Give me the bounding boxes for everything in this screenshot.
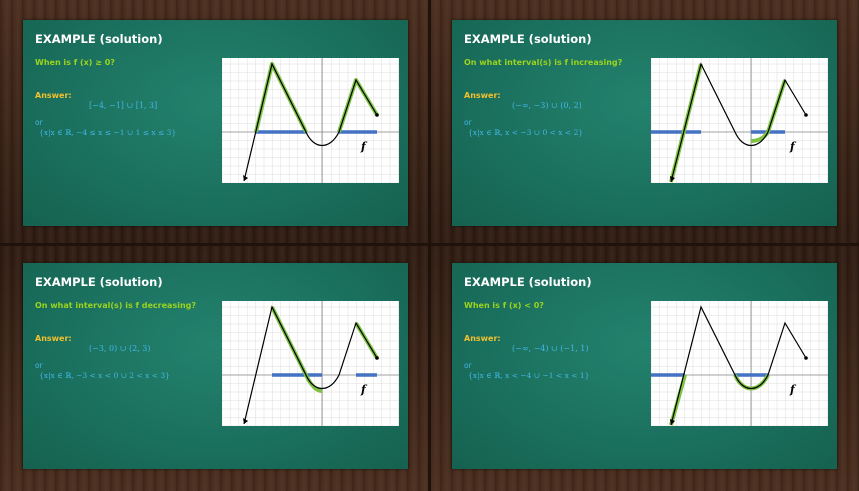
answer-label: Answer: [35,334,72,343]
function-curve [670,305,807,426]
function-label: f [789,140,797,153]
slide-negative[interactable]: EXAMPLE (solution) When is f (x) < 0? An… [452,263,837,469]
answer-set-notation: {x|x ∈ ℝ, x < −3 ∪ 0 < x < 2} [468,128,584,137]
answer-interval: (−3, 0) ∪ (2, 3) [89,344,151,353]
answer-label: Answer: [464,334,501,343]
slide-title: EXAMPLE (solution) [464,275,592,289]
question-text: On what interval(s) is f increasing? [464,58,623,67]
slide-title: EXAMPLE (solution) [35,32,163,46]
slide-decreasing[interactable]: EXAMPLE (solution) On what interval(s) i… [23,263,408,469]
board-divider-horizontal [0,243,859,246]
slide-increasing[interactable]: EXAMPLE (solution) On what interval(s) i… [452,20,837,226]
answer-interval: [−4, −1] ∪ [1, 3] [89,101,158,110]
question-text: On what interval(s) is f decreasing? [35,301,197,310]
question-text: When is f (x) ≥ 0? [35,58,115,67]
answer-interval: (−∞, −3) ∪ (0, 2) [512,101,582,110]
function-graph: f [222,301,399,426]
curve-endpoint [375,113,379,117]
function-graph: f [651,58,828,183]
function-curve [670,62,807,183]
answer-set-notation: {x|x ∈ ℝ, x < −4 ∪ −1 < x < 1} [468,371,590,380]
or-label: or [464,361,472,370]
question-text: When is f (x) < 0? [464,301,544,310]
curve-endpoint [804,113,808,117]
answer-interval: (−∞, −4) ∪ (−1, 1) [512,344,589,353]
answer-set-notation: {x|x ∈ ℝ, −4 ≤ x ≤ −1 ∪ 1 ≤ x ≤ 3} [39,128,177,137]
graph-svg: f [651,301,828,426]
or-label: or [35,361,43,370]
function-graph: f [651,301,828,426]
slide-nonnegative[interactable]: EXAMPLE (solution) When is f (x) ≥ 0? An… [23,20,408,226]
slide-title: EXAMPLE (solution) [35,275,163,289]
answer-set-notation: {x|x ∈ ℝ, −3 < x < 0 ∪ 2 < x < 3} [39,371,170,380]
slide-title: EXAMPLE (solution) [464,32,592,46]
curve-endpoint [375,356,379,360]
function-label: f [789,383,797,396]
curve-endpoint [804,356,808,360]
graph-svg: f [651,58,828,183]
or-label: or [464,118,472,127]
graph-svg: f [222,58,399,183]
answer-label: Answer: [464,91,501,100]
graph-svg: f [222,301,399,426]
answer-label: Answer: [35,91,72,100]
or-label: or [35,118,43,127]
function-label: f [360,140,368,153]
function-graph: f [222,58,399,183]
function-label: f [360,383,368,396]
